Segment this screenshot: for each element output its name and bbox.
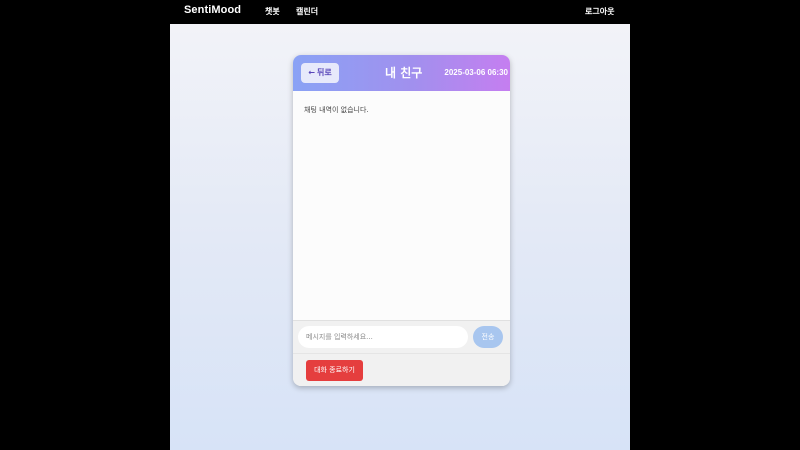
- end-chat-button[interactable]: 대화 종료하기: [306, 360, 363, 381]
- message-input-row: 전송: [293, 320, 510, 353]
- nav-chatbot-link[interactable]: 챗봇: [265, 6, 280, 17]
- back-button-label: 뒤로: [316, 68, 332, 77]
- chat-date: 2025-03-06 06:30: [444, 68, 508, 77]
- back-arrow-icon: ←: [308, 68, 315, 77]
- page-background: ←뒤로 내 친구 2025-03-06 06:30 채팅 내역이 없습니다. 전…: [170, 24, 630, 450]
- back-button[interactable]: ← 뒤로: [301, 63, 339, 83]
- send-button[interactable]: 전송: [473, 326, 503, 348]
- chat-footer: 대화 종료하기: [293, 353, 510, 386]
- chat-messages-area[interactable]: 채팅 내역이 없습니다.: [293, 91, 510, 320]
- chat-header: ← 뒤로 내 친구 2025-03-06 06:30: [293, 55, 510, 91]
- nav-calendar-link[interactable]: 캘린더: [296, 6, 318, 17]
- chat-window: ←뒤로 내 친구 2025-03-06 06:30 채팅 내역이 없습니다. 전…: [293, 55, 510, 386]
- logout-link[interactable]: 로그아웃: [585, 6, 614, 17]
- message-input[interactable]: [298, 326, 468, 348]
- brand-logo[interactable]: SentiMood: [184, 4, 241, 16]
- empty-chat-message: 채팅 내역이 없습니다.: [304, 106, 369, 114]
- top-navbar: SentiMood 챗봇 캘린더 로그아웃: [0, 0, 800, 24]
- chat-title: 내 친구: [385, 66, 423, 80]
